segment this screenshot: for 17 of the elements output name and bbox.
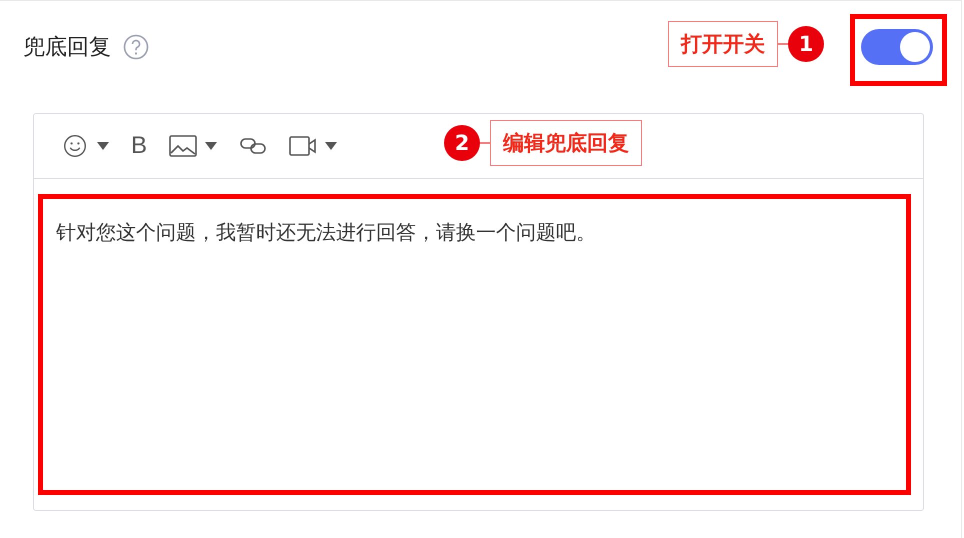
leader-line <box>778 43 788 45</box>
toggle-switch[interactable] <box>861 29 933 65</box>
step-number: 1 <box>788 26 824 62</box>
callout-label: 编辑兜底回复 <box>490 120 642 166</box>
video-camera-icon <box>289 134 318 158</box>
editor-text[interactable]: 针对您这个问题，我暂时还无法进行回答，请换一个问题吧。 <box>34 179 923 509</box>
setting-title: 兜底回复 <box>23 34 111 62</box>
image-icon <box>169 134 198 158</box>
caret-icon[interactable] <box>205 142 218 150</box>
leader-line <box>480 142 490 144</box>
smiley-icon <box>61 134 89 158</box>
bold-button[interactable]: B <box>131 132 148 160</box>
caret-icon[interactable] <box>97 142 109 150</box>
callout-label: 打开开关 <box>668 21 778 67</box>
help-icon[interactable] <box>123 34 149 60</box>
caret-icon[interactable] <box>325 142 338 150</box>
step-number: 2 <box>444 125 480 161</box>
